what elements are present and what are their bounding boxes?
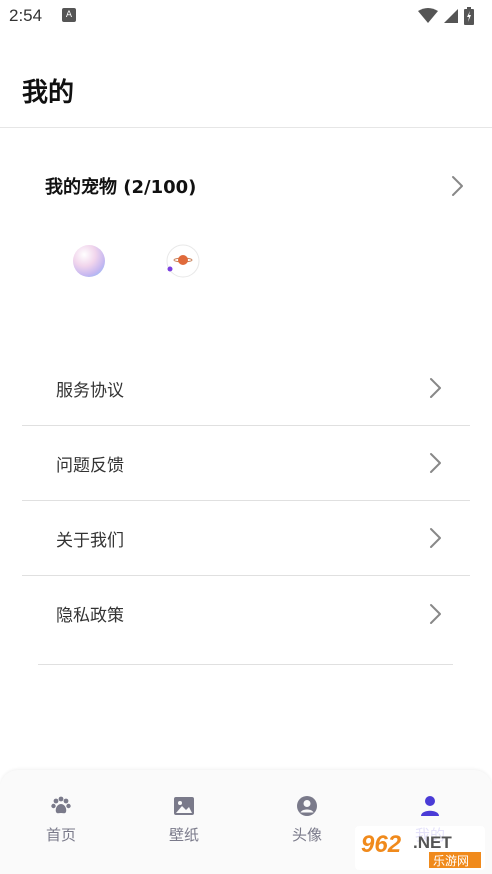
watermark-logo: 962 .NET 乐游网	[355, 826, 485, 870]
tab-wallpaper[interactable]: 壁纸	[149, 794, 219, 845]
settings-menu: 服务协议 问题反馈 关于我们 隐私政策	[22, 351, 470, 651]
status-bar: 2:54 A	[0, 0, 492, 34]
tab-home[interactable]: 首页	[26, 794, 96, 845]
chevron-right-icon	[424, 451, 448, 475]
avatar-circle-icon	[297, 796, 317, 816]
menu-item-label: 服务协议	[56, 380, 124, 401]
my-pets-title: 我的宠物 (2/100)	[45, 177, 197, 198]
font-a-icon: A	[62, 8, 76, 22]
page-title: 我的	[22, 78, 75, 108]
menu-item-privacy-policy[interactable]: 隐私政策	[22, 576, 470, 651]
tab-label: 首页	[45, 826, 76, 844]
menu-item-label: 问题反馈	[56, 455, 124, 476]
tab-label: 壁纸	[168, 826, 199, 844]
paw-icon	[51, 796, 71, 814]
status-time: 2:54	[9, 6, 43, 25]
status-icons	[418, 7, 474, 25]
chevron-right-icon	[424, 376, 448, 400]
image-icon	[174, 797, 194, 815]
tab-label: 头像	[291, 826, 322, 844]
tab-avatar[interactable]: 头像	[272, 794, 342, 845]
chevron-right-icon	[446, 174, 470, 198]
menu-item-label: 隐私政策	[56, 606, 124, 626]
battery-icon	[464, 7, 474, 25]
menu-item-label: 关于我们	[56, 530, 124, 551]
pets-list	[70, 242, 202, 280]
my-pets-row[interactable]: 我的宠物 (2/100)	[22, 160, 470, 212]
chevron-right-icon	[424, 602, 448, 626]
menu-item-service-agreement[interactable]: 服务协议	[22, 351, 470, 426]
svg-text:.NET: .NET	[413, 833, 452, 852]
svg-text:962: 962	[361, 831, 402, 858]
planet-pet-icon[interactable]	[164, 242, 202, 280]
person-icon	[421, 796, 439, 816]
signal-icon	[444, 9, 458, 23]
bubble-pet-icon[interactable]	[70, 242, 108, 280]
wifi-icon	[418, 8, 438, 23]
divider	[38, 664, 453, 665]
menu-item-about-us[interactable]: 关于我们	[22, 501, 470, 576]
page-header: 我的	[0, 34, 492, 128]
chevron-right-icon	[424, 526, 448, 550]
menu-item-feedback[interactable]: 问题反馈	[22, 426, 470, 501]
svg-text:乐游网: 乐游网	[433, 854, 469, 868]
